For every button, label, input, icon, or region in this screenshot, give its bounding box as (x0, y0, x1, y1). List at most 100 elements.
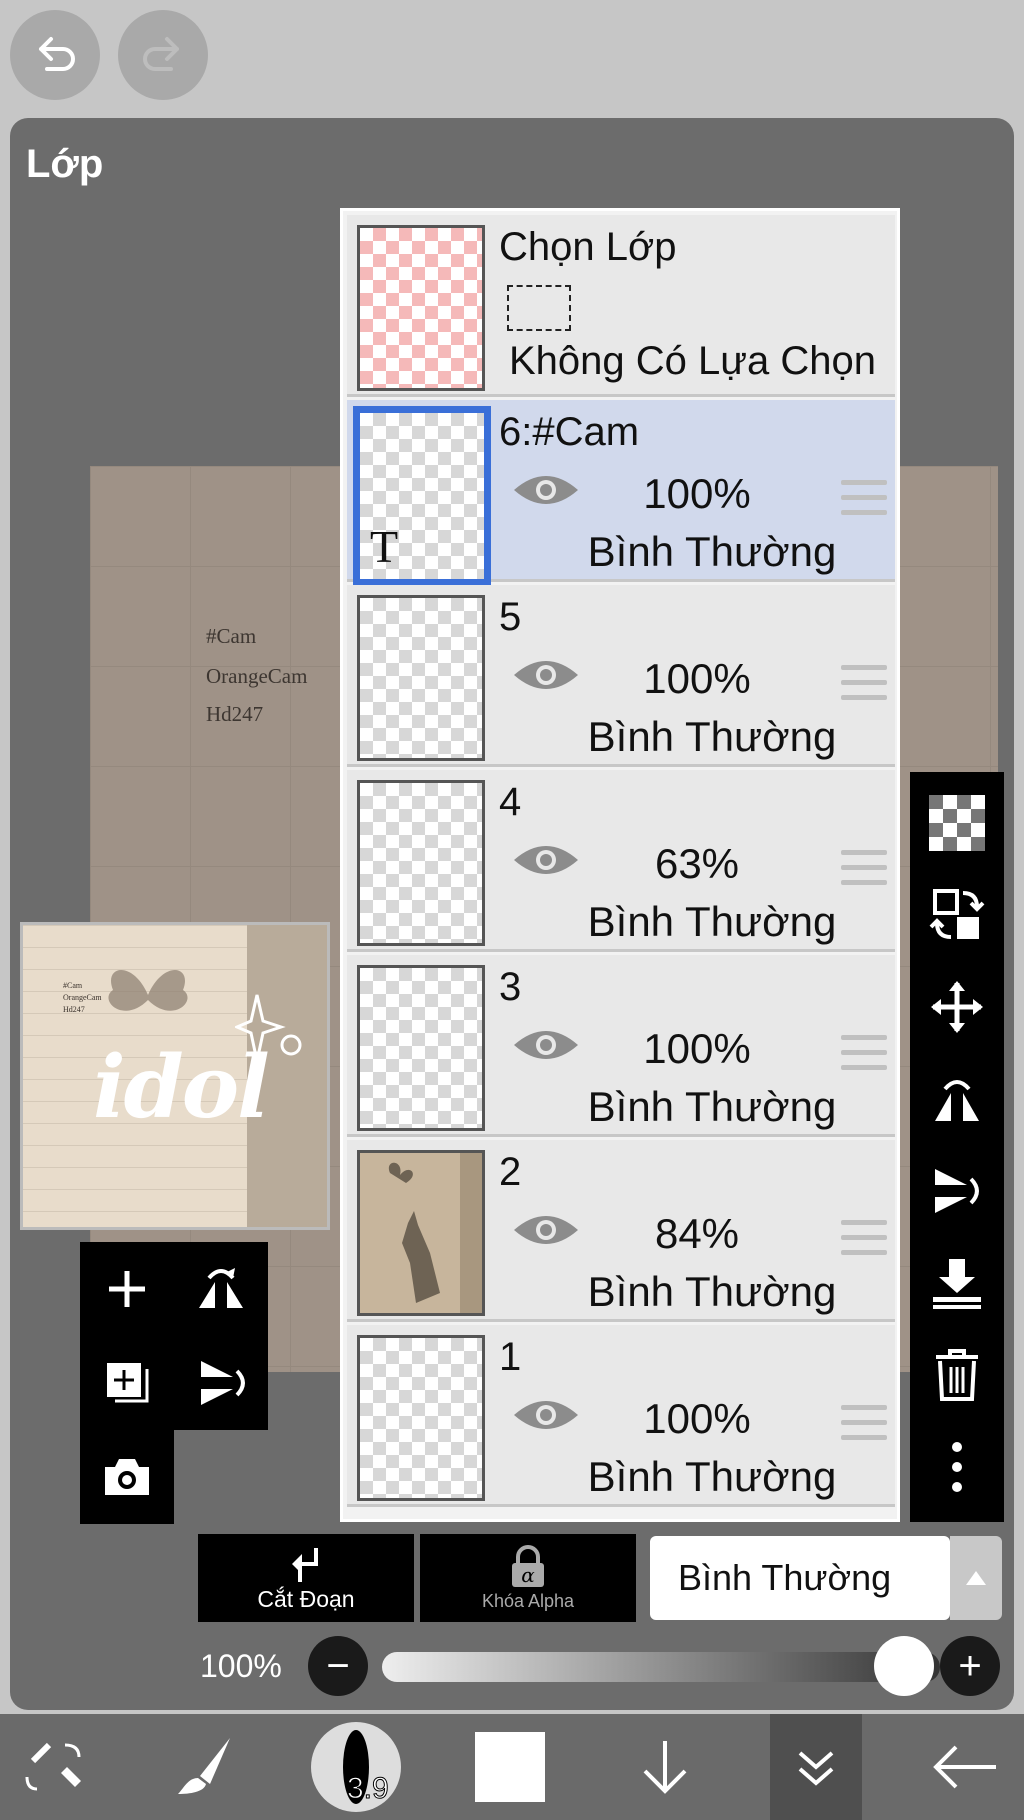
camera-button[interactable] (80, 1430, 174, 1524)
brush-size-button[interactable]: 3.9 (310, 1714, 402, 1820)
drag-handle-icon[interactable] (841, 1035, 887, 1080)
layer-thumbnail (357, 965, 485, 1131)
layer-name: 2 (499, 1150, 522, 1194)
layer-row[interactable]: 2 84% Bình Thường (347, 1140, 895, 1322)
opacity-increase-button[interactable]: + (940, 1636, 1000, 1696)
redo-button[interactable] (118, 10, 208, 100)
layer-opacity: 84% (654, 1210, 740, 1257)
brush-tool-button[interactable] (160, 1714, 250, 1820)
move-button[interactable] (910, 962, 1004, 1052)
duplicate-layer-button[interactable] (80, 1336, 174, 1430)
flip-vertical-button[interactable] (174, 1336, 268, 1430)
drag-handle-icon[interactable] (841, 1405, 887, 1450)
layer-down-button[interactable] (620, 1714, 710, 1820)
canvas-text-line: #Cam (206, 624, 257, 648)
swap-icon (929, 889, 985, 939)
selection-layer-thumbnail (357, 225, 485, 391)
selection-layer-row[interactable]: Chọn Lớp Không Có Lựa Chọn (347, 215, 895, 397)
thumbnail-text: OrangeCam (63, 993, 102, 1002)
layer-row[interactable]: 3 100% Bình Thường (347, 955, 895, 1137)
drag-handle-icon[interactable] (841, 665, 887, 710)
layer-thumbnail (357, 780, 485, 946)
drag-handle-icon[interactable] (841, 1220, 887, 1265)
canvas-text-line: Hd247 (206, 702, 264, 726)
visibility-eye-icon[interactable] (511, 840, 581, 880)
blend-mode-dropdown-button[interactable] (950, 1536, 1002, 1620)
merge-down-icon (933, 1259, 981, 1309)
checkerboard-icon (929, 795, 985, 851)
drag-handle-icon[interactable] (841, 850, 887, 895)
thumbnail-text: #Cam (63, 981, 83, 990)
brush-size-preview: 3.9 (311, 1722, 401, 1812)
layer-blend-mode: Bình Thường (587, 898, 837, 945)
tool-switch-button[interactable] (10, 1714, 100, 1820)
opacity-slider-handle[interactable] (874, 1636, 934, 1696)
merge-down-button[interactable] (910, 1238, 1004, 1328)
blend-mode-value: Bình Thường (678, 1557, 892, 1598)
layer-opacity: 100% (643, 470, 751, 517)
swap-layer-button[interactable] (910, 870, 1004, 960)
undo-button[interactable] (10, 10, 100, 100)
drag-handle-icon[interactable] (841, 480, 887, 525)
layer-name: 3 (499, 965, 522, 1009)
flip-horizontal-layer-button[interactable] (910, 1054, 1004, 1144)
layer-thumbnail (357, 1150, 485, 1316)
clipping-button[interactable]: Cắt Đoạn (198, 1534, 414, 1622)
selection-status: Không Có Lựa Chọn (509, 339, 877, 383)
layer-blend-mode: Bình Thường (587, 528, 837, 575)
layer-name: 4 (499, 780, 522, 824)
layer-thumbnail: T (353, 406, 491, 586)
flip-vertical-icon (201, 1361, 245, 1405)
clipping-arrow-icon (292, 1547, 318, 1582)
layer-toolbar (910, 772, 1004, 1522)
brush-icon (178, 1738, 230, 1794)
brush-eraser-switch-icon (25, 1742, 81, 1791)
lock-alpha-icon: α (512, 1544, 544, 1587)
panel-title: Lớp (26, 142, 104, 186)
selection-marquee-icon (507, 285, 571, 331)
blend-mode-select[interactable]: Bình Thường (650, 1536, 950, 1620)
selection-layer-title: Chọn Lớp (499, 225, 677, 269)
layer-name: 6:#Cam (499, 410, 640, 454)
layer-blend-mode: Bình Thường (587, 1453, 837, 1500)
canvas-thumbnail[interactable]: #Cam OrangeCam Hd247 idol (20, 922, 330, 1230)
flip-vertical-layer-button[interactable] (910, 1146, 1004, 1236)
visibility-eye-icon[interactable] (511, 655, 581, 695)
plus-icon (109, 1271, 145, 1307)
layer-thumbnail (357, 1335, 485, 1501)
undo-icon (39, 37, 75, 71)
color-button[interactable] (470, 1714, 550, 1820)
more-vertical-icon (952, 1442, 962, 1492)
visibility-eye-icon[interactable] (511, 1395, 581, 1435)
add-copy-icon (107, 1363, 149, 1403)
flip-horizontal-icon (935, 1080, 979, 1121)
visibility-eye-icon[interactable] (511, 1210, 581, 1250)
alpha-lock-button[interactable]: α Khóa Alpha (420, 1534, 636, 1622)
arrow-left-icon (933, 1745, 996, 1789)
delete-layer-button[interactable] (910, 1330, 1004, 1420)
thumbnail-text: Hd247 (63, 1005, 85, 1014)
flip-horizontal-icon (199, 1268, 243, 1308)
opacity-decrease-button[interactable]: − (308, 1636, 368, 1696)
flip-horizontal-button[interactable] (174, 1242, 268, 1336)
layer-row[interactable]: 4 63% Bình Thường (347, 770, 895, 952)
opacity-slider[interactable] (382, 1652, 940, 1682)
svg-text:α: α (521, 1563, 535, 1587)
minus-icon: − (326, 1643, 350, 1688)
layer-blend-mode: Bình Thường (587, 1268, 837, 1315)
canvas-text-line: OrangeCam (206, 664, 308, 688)
hand-shadow-icon (388, 1153, 482, 1313)
add-layer-button[interactable] (80, 1242, 174, 1336)
arrow-down-icon (643, 1741, 687, 1794)
transparency-button[interactable] (910, 778, 1004, 868)
visibility-eye-icon[interactable] (511, 470, 581, 510)
layer-list[interactable]: Chọn Lớp Không Có Lựa Chọn T 6:#Cam 100%… (340, 208, 900, 1522)
layer-panel-toggle-button[interactable] (770, 1714, 862, 1820)
visibility-eye-icon[interactable] (511, 1025, 581, 1065)
back-button[interactable] (920, 1714, 1010, 1820)
alpha-lock-label: Khóa Alpha (481, 1590, 575, 1611)
more-options-button[interactable] (910, 1422, 1004, 1512)
layer-row[interactable]: 5 100% Bình Thường (347, 585, 895, 767)
layer-row[interactable]: 1 100% Bình Thường (347, 1325, 895, 1507)
layer-row[interactable]: T 6:#Cam 100% Bình Thường (347, 400, 895, 586)
